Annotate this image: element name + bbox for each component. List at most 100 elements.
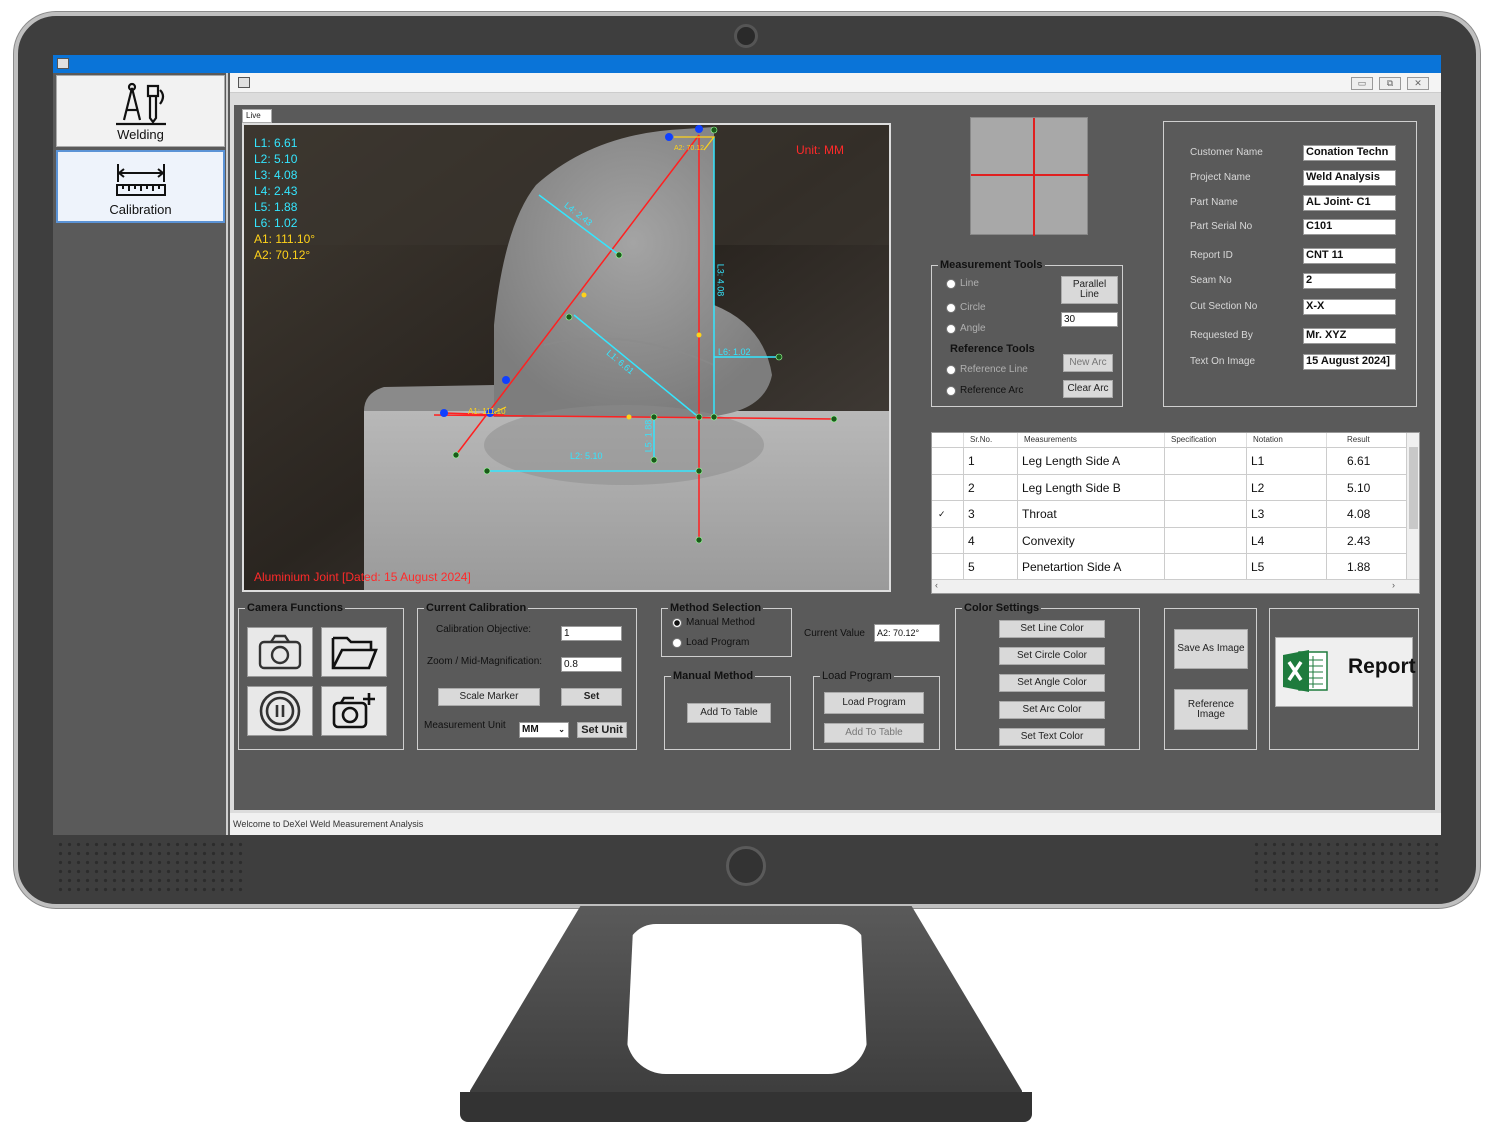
capture-button[interactable]: [247, 627, 313, 677]
info-field-1[interactable]: Weld Analysis: [1303, 170, 1396, 186]
measurement-unit-select[interactable]: MM ⌄: [519, 722, 569, 738]
parallel-distance-input[interactable]: 30: [1061, 312, 1118, 327]
radio-circle[interactable]: [946, 303, 956, 313]
row-selector[interactable]: [932, 554, 964, 580]
table-cell-name: Convexity: [1018, 527, 1165, 554]
measurement-readout-l4: L4: 2.43: [254, 184, 298, 198]
group-title: Current Calibration: [424, 602, 529, 614]
crosshair-vertical: [1033, 118, 1035, 236]
table-cell-notation: L2: [1247, 474, 1327, 501]
add-camera-button[interactable]: [321, 686, 387, 736]
row-selector[interactable]: ✓: [932, 501, 964, 527]
save-as-image-button[interactable]: Save As Image: [1174, 629, 1248, 669]
set-calibration-button[interactable]: Set: [561, 688, 622, 706]
color-button-2[interactable]: Set Angle Color: [999, 674, 1105, 692]
camera-add-icon: [332, 693, 375, 729]
measurement-readout-l2: L2: 5.10: [254, 152, 298, 166]
radio-reference-line-label: Reference Line: [960, 364, 1028, 375]
col-header-specification[interactable]: Specification: [1165, 433, 1247, 447]
table-row[interactable]: 2 Leg Length Side B L2 5.10: [932, 473, 1407, 501]
reference-thumbnail[interactable]: [970, 117, 1089, 236]
close-button[interactable]: ✕: [1407, 77, 1429, 90]
radio-angle[interactable]: [946, 324, 956, 334]
scroll-right-icon[interactable]: ›: [1392, 580, 1395, 590]
color-button-0[interactable]: Set Line Color: [999, 620, 1105, 638]
line-label-a2: A2: 70.12: [674, 145, 704, 152]
vertical-scrollbar[interactable]: [1406, 433, 1419, 579]
welding-icon: [115, 82, 166, 126]
webcam-icon: [734, 24, 758, 48]
horizontal-scrollbar[interactable]: ‹ ›: [932, 579, 1419, 593]
open-folder-button[interactable]: [321, 627, 387, 677]
minimize-button[interactable]: ▭: [1351, 77, 1373, 90]
new-arc-button[interactable]: New Arc: [1063, 354, 1113, 372]
row-selector[interactable]: [932, 448, 964, 474]
radio-reference-arc[interactable]: [946, 386, 956, 396]
row-selector[interactable]: [932, 527, 964, 554]
info-field-6[interactable]: X-X: [1303, 299, 1396, 315]
row-selector[interactable]: [932, 474, 964, 501]
table-cell-sr: 5: [964, 554, 1018, 580]
clear-arc-button[interactable]: Clear Arc: [1063, 380, 1113, 398]
group-title: Camera Functions: [245, 602, 345, 614]
color-button-1[interactable]: Set Circle Color: [999, 647, 1105, 665]
info-field-0[interactable]: Conation Techn: [1303, 145, 1396, 161]
table-row[interactable]: 1 Leg Length Side A L1 6.61: [932, 447, 1407, 474]
measurement-readout-l6: L6: 1.02: [254, 216, 298, 230]
info-field-3[interactable]: C101: [1303, 219, 1396, 235]
table-cell-name: Throat: [1018, 501, 1165, 527]
table-row[interactable]: 4 Convexity L4 2.43: [932, 526, 1407, 554]
info-field-4[interactable]: CNT 11: [1303, 248, 1396, 264]
scroll-left-icon[interactable]: ‹: [935, 580, 938, 590]
child-app-icon: [238, 77, 250, 88]
reference-image-button[interactable]: Reference Image: [1174, 689, 1248, 730]
set-unit-button[interactable]: Set Unit: [577, 722, 627, 738]
radio-manual-method[interactable]: [672, 618, 682, 628]
load-program-button[interactable]: Load Program: [824, 692, 924, 714]
col-header-result[interactable]: Result: [1327, 433, 1407, 447]
weld-cross-section-image: [244, 125, 889, 590]
tab-live[interactable]: Live: [242, 109, 272, 123]
power-button: [726, 846, 766, 886]
line-label-l5: L5: 1.88: [643, 419, 654, 453]
table-row[interactable]: ✓ 3 Throat L3 4.08: [932, 500, 1407, 527]
table-row[interactable]: 5 Penetartion Side A L5 1.88: [932, 553, 1407, 580]
program-add-to-table-button[interactable]: Add To Table: [824, 723, 924, 743]
measurement-unit-label: Measurement Unit: [424, 720, 506, 731]
col-header-notation[interactable]: Notation: [1247, 433, 1327, 447]
restore-button[interactable]: ⧉: [1379, 77, 1401, 90]
scale-marker-button[interactable]: Scale Marker: [438, 688, 540, 706]
stand-cutout: [626, 924, 868, 1074]
col-header-measurements[interactable]: Measurements: [1018, 433, 1165, 447]
camera-functions-group: Camera Functions: [238, 602, 404, 750]
calibration-objective-input[interactable]: 1: [561, 626, 622, 641]
table-cell-name: Penetartion Side A: [1018, 554, 1165, 580]
parallel-line-button[interactable]: Parallel Line: [1061, 276, 1118, 304]
radio-line[interactable]: [946, 279, 956, 289]
crosshair-horizontal: [971, 174, 1089, 176]
live-camera-view[interactable]: L1: 6.61 L2: 5.10 L3: 4.08 L4: 2.43 L5: …: [242, 123, 891, 592]
color-button-3[interactable]: Set Arc Color: [999, 701, 1105, 719]
radio-reference-line[interactable]: [946, 365, 956, 375]
radio-angle-label: Angle: [960, 323, 986, 334]
table-cell-result: 2.43: [1327, 527, 1407, 554]
table-cell-spec: [1165, 554, 1247, 580]
report-button[interactable]: Report: [1275, 637, 1416, 707]
color-button-4[interactable]: Set Text Color: [999, 728, 1105, 746]
camera-icon: [258, 634, 302, 670]
info-field-5[interactable]: 2: [1303, 273, 1396, 289]
info-field-7[interactable]: Mr. XYZ: [1303, 328, 1396, 344]
manual-add-to-table-button[interactable]: Add To Table: [687, 703, 771, 723]
sidebar-item-calibration[interactable]: Calibration: [56, 150, 225, 223]
sidebar-item-welding[interactable]: Welding: [56, 75, 225, 147]
scrollbar-thumb[interactable]: [1409, 447, 1418, 529]
sidebar-item-label: Welding: [117, 127, 164, 142]
info-field-8[interactable]: 15 August 2024]: [1303, 354, 1396, 370]
speaker-grille-right: [1252, 840, 1442, 894]
col-header-sr[interactable]: Sr.No.: [964, 433, 1018, 447]
pause-button[interactable]: [247, 686, 313, 736]
zoom-input[interactable]: 0.8: [561, 657, 622, 672]
radio-load-program[interactable]: [672, 638, 682, 648]
measurement-readout-l5: L5: 1.88: [254, 200, 298, 214]
info-field-2[interactable]: AL Joint- C1: [1303, 195, 1396, 211]
